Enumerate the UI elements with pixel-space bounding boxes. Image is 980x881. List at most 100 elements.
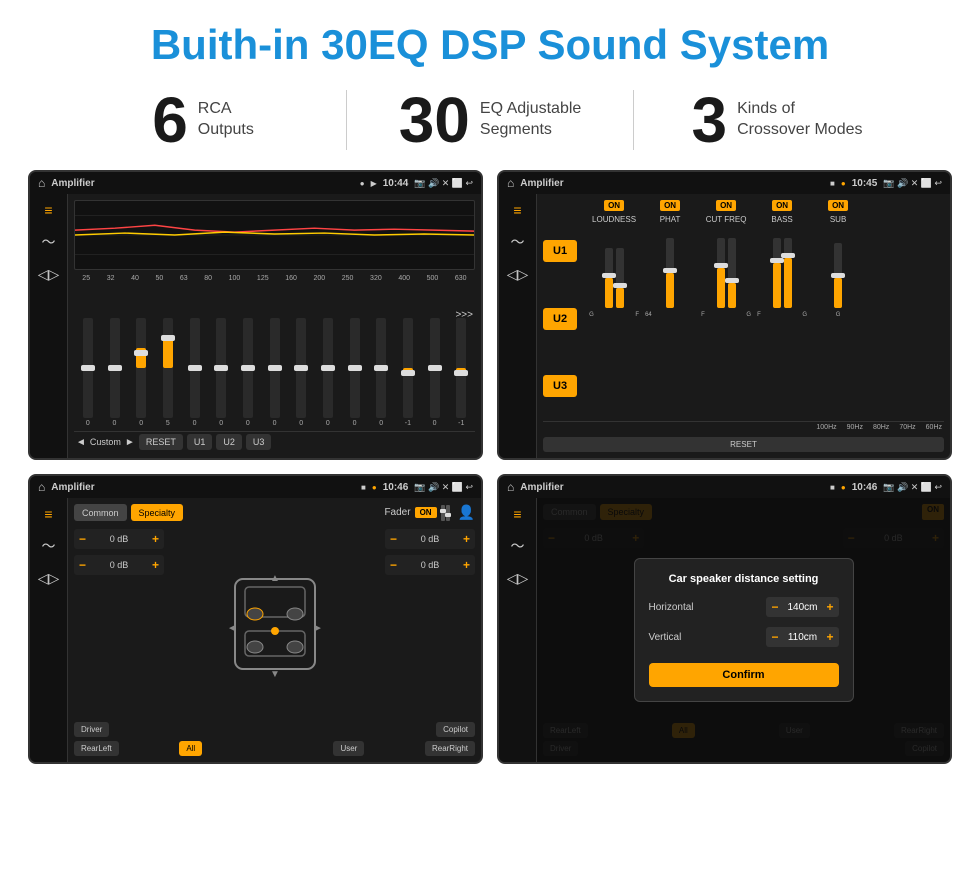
dialog-overlay: Car speaker distance setting Horizontal … <box>537 498 950 762</box>
vertical-plus[interactable]: + <box>826 630 833 644</box>
all-btn[interactable]: All <box>179 741 202 756</box>
vertical-minus[interactable]: − <box>771 630 778 644</box>
freq-label-100hz: 100Hz <box>816 424 836 431</box>
dot2-icon-3: ● <box>372 483 377 492</box>
db-control-1: − 0 dB + <box>74 529 164 549</box>
fader-right: − 0 dB + − 0 dB + <box>385 529 475 718</box>
screen-title-1: Amplifier <box>51 178 353 189</box>
rearleft-btn[interactable]: RearLeft <box>74 741 119 756</box>
volume-icon-c[interactable]: ◁▷ <box>507 266 529 283</box>
person-icon[interactable]: 👤 <box>458 504 475 521</box>
home-icon-1[interactable]: ⌂ <box>38 176 45 190</box>
loudness-on[interactable]: ON <box>604 200 624 211</box>
bass-on[interactable]: ON <box>772 200 792 211</box>
db-value-4: 0 dB <box>401 560 459 570</box>
status-time-1: 10:44 <box>383 178 409 189</box>
volume-icon-d[interactable]: ◁▷ <box>507 570 529 587</box>
volume-icon-f[interactable]: ◁▷ <box>38 570 60 587</box>
dialog-box: Car speaker distance setting Horizontal … <box>634 558 854 702</box>
u3-btn[interactable]: U3 <box>246 434 272 450</box>
stat-number-eq: 30 <box>399 88 470 152</box>
phat-labels: 64 <box>645 312 695 318</box>
status-bar-4: ⌂ Amplifier ■ ● 10:46 📷 🔊 ✕ ⬜ ↩ <box>499 476 950 498</box>
db-plus-4[interactable]: + <box>463 558 470 572</box>
home-icon-4[interactable]: ⌂ <box>507 480 514 494</box>
stat-label-rca: RCAOutputs <box>198 99 254 141</box>
u1-btn[interactable]: U1 <box>187 434 213 450</box>
home-icon-3[interactable]: ⌂ <box>38 480 45 494</box>
screen-crossover: ⌂ Amplifier ■ ● 10:45 📷 🔊 ✕ ⬜ ↩ ≡ 〜 ◁▷ <box>497 170 952 460</box>
db-plus-2[interactable]: + <box>152 558 159 572</box>
db-minus-2[interactable]: − <box>79 558 86 572</box>
eq-content: ≡ 〜 ◁▷ <box>30 194 481 458</box>
db-value-1: 0 dB <box>90 534 148 544</box>
cutfreq-title: CUT FREQ <box>706 215 747 224</box>
prev-arrow[interactable]: ◄ <box>76 437 86 448</box>
screenshots-grid: ⌂ Amplifier ● ▶ 10:44 📷 🔊 ✕ ⬜ ↩ ≡ 〜 ◁▷ <box>0 170 980 784</box>
tab-common[interactable]: Common <box>74 504 127 521</box>
eq-slider-10: 0 <box>316 318 340 427</box>
db-minus-1[interactable]: − <box>79 532 86 546</box>
eq-slider-11: 0 <box>343 318 367 427</box>
wave-icon-c[interactable]: 〜 <box>511 232 525 252</box>
u3-cross-btn[interactable]: U3 <box>543 375 577 397</box>
eq-icon-c[interactable]: ≡ <box>513 202 521 218</box>
stats-row: 6 RCAOutputs 30 EQ AdjustableSegments 3 … <box>0 78 980 170</box>
phat-on[interactable]: ON <box>660 200 680 211</box>
loudness-sliders <box>605 228 624 308</box>
reset-btn[interactable]: RESET <box>139 434 183 450</box>
db-minus-4[interactable]: − <box>390 558 397 572</box>
db-plus-1[interactable]: + <box>152 532 159 546</box>
cutfreq-col: ON CUT FREQ <box>701 200 751 417</box>
next-arrow[interactable]: ► <box>125 437 135 448</box>
horizontal-control: − 140cm + <box>766 597 838 617</box>
screen-title-4: Amplifier <box>520 482 824 493</box>
preset-label: Custom <box>90 437 121 447</box>
svg-text:▼: ▼ <box>270 669 280 680</box>
rearright-btn[interactable]: RearRight <box>425 741 475 756</box>
status-time-3: 10:46 <box>383 482 409 493</box>
eq-slider-15: -1 <box>449 318 473 427</box>
dot2-icon-2: ● <box>841 179 846 188</box>
eq-slider-8: 0 <box>263 318 287 427</box>
driver-btn[interactable]: Driver <box>74 722 109 737</box>
home-icon-2[interactable]: ⌂ <box>507 176 514 190</box>
eq-icon-d[interactable]: ≡ <box>513 506 521 522</box>
horizontal-label: Horizontal <box>649 602 694 613</box>
screen-eq: ⌂ Amplifier ● ▶ 10:44 📷 🔊 ✕ ⬜ ↩ ≡ 〜 ◁▷ <box>28 170 483 460</box>
u1-cross-btn[interactable]: U1 <box>543 240 577 262</box>
u2-btn[interactable]: U2 <box>216 434 242 450</box>
cutfreq-on[interactable]: ON <box>716 200 736 211</box>
status-bar-1: ⌂ Amplifier ● ▶ 10:44 📷 🔊 ✕ ⬜ ↩ <box>30 172 481 194</box>
volume-icon[interactable]: ◁▷ <box>38 266 60 283</box>
wave-icon-f[interactable]: 〜 <box>42 536 56 556</box>
user-btn[interactable]: User <box>333 741 364 756</box>
eq-slider-5: 0 <box>183 318 207 427</box>
horizontal-minus[interactable]: − <box>771 600 778 614</box>
vertical-control: − 110cm + <box>766 627 838 647</box>
horizontal-plus[interactable]: + <box>826 600 833 614</box>
horizontal-value: 140cm <box>782 602 822 613</box>
status-time-2: 10:45 <box>852 178 878 189</box>
more-icon[interactable]: >>> <box>455 310 473 321</box>
eq-icon-f[interactable]: ≡ <box>44 506 52 522</box>
wave-icon[interactable]: 〜 <box>42 232 56 252</box>
db-plus-3[interactable]: + <box>463 532 470 546</box>
fader-content: ≡ 〜 ◁▷ Common Specialty Fader ON <box>30 498 481 762</box>
tab-specialty[interactable]: Specialty <box>131 504 184 521</box>
wave-icon-d[interactable]: 〜 <box>511 536 525 556</box>
eq-icon-active[interactable]: ≡ <box>44 202 52 218</box>
screen-fader: ⌂ Amplifier ■ ● 10:46 📷 🔊 ✕ ⬜ ↩ ≡ 〜 ◁▷ C… <box>28 474 483 764</box>
screen-dialog: ⌂ Amplifier ■ ● 10:46 📷 🔊 ✕ ⬜ ↩ ≡ 〜 ◁▷ <box>497 474 952 764</box>
cross-reset-btn[interactable]: RESET <box>543 437 944 452</box>
sub-col: ON SUB G <box>813 200 863 417</box>
copilot-btn[interactable]: Copilot <box>436 722 475 737</box>
sub-slider <box>834 228 842 308</box>
db-minus-3[interactable]: − <box>390 532 397 546</box>
confirm-button[interactable]: Confirm <box>649 663 839 687</box>
fader-on-toggle[interactable]: ON <box>415 507 437 518</box>
sub-on[interactable]: ON <box>828 200 848 211</box>
eq-slider-7: 0 <box>236 318 260 427</box>
eq-slider-12: 0 <box>369 318 393 427</box>
u2-cross-btn[interactable]: U2 <box>543 308 577 330</box>
